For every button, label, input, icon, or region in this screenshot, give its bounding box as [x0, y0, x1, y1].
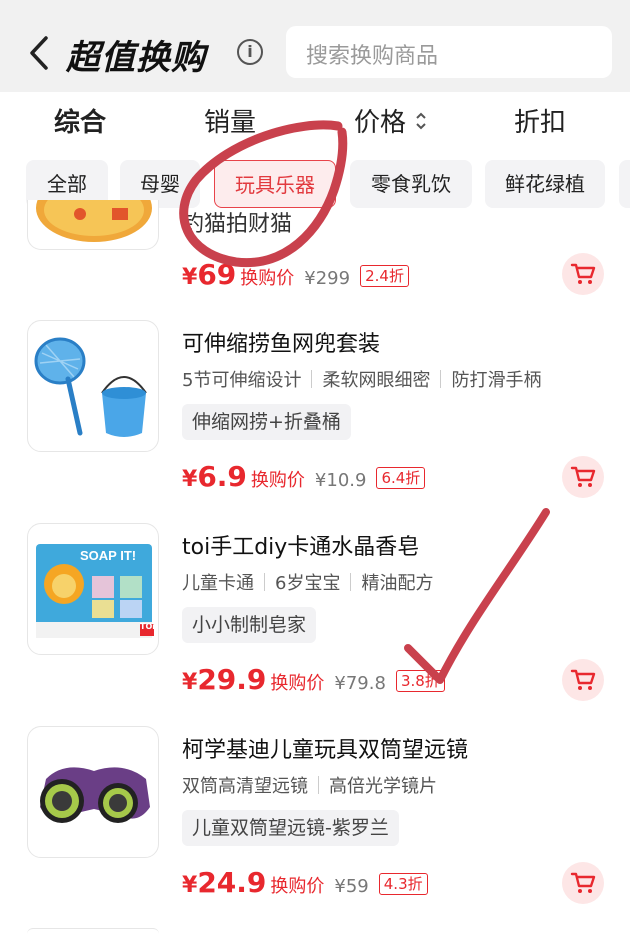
discount-badge: 6.4折	[376, 467, 426, 489]
price-label: 换购价	[240, 268, 295, 289]
feature-text: 6岁宝宝	[275, 573, 341, 594]
original-price: ¥299	[304, 268, 351, 289]
price-value: 69	[197, 258, 237, 291]
chip-flowers[interactable]: 鲜花绿植	[485, 160, 605, 208]
product-name: 柯学基迪儿童玩具双筒望远镜	[182, 738, 469, 763]
page-title: 超值换购	[66, 38, 206, 78]
price-label: 换购价	[250, 470, 305, 491]
feature-text: 高倍光学镜片	[329, 776, 437, 797]
cart-button[interactable]	[562, 862, 604, 904]
price-label: 换购价	[270, 673, 325, 694]
sort-tab-sales[interactable]: 销量	[204, 102, 256, 139]
spec-tag: 儿童双筒望远镜-紫罗兰	[182, 810, 399, 846]
spec-tag: 伸缩网捞+折叠桶	[182, 404, 351, 440]
product-image	[27, 320, 159, 452]
cart-icon	[570, 263, 596, 284]
price-value: 6.9	[197, 460, 247, 493]
search-input[interactable]: 搜索换购商品	[286, 26, 612, 78]
price-currency: ¥	[182, 265, 198, 290]
sort-tab-discount[interactable]: 折扣	[514, 102, 566, 139]
cart-icon	[570, 466, 596, 487]
feature-text: 柔软网眼细密	[322, 370, 431, 391]
product-image	[27, 726, 159, 858]
cart-icon	[570, 669, 596, 690]
feature-text: 儿童卡通	[182, 573, 254, 594]
partial-product-image	[27, 200, 159, 250]
original-price: ¥79.8	[334, 673, 386, 694]
box-title: SOAP IT!	[80, 548, 137, 563]
product-features: 5节可伸缩设计 柔软网眼细密 防打滑手柄	[182, 366, 541, 392]
original-price: ¥10.9	[314, 470, 367, 491]
product-name: toi手工diy卡通水晶香皂	[182, 535, 420, 560]
product-name: 可伸缩捞鱼网兜套装	[182, 332, 381, 357]
partial-product-name: 钓猫拍财猫	[182, 212, 293, 237]
sort-tab-price[interactable]: 价格	[354, 102, 406, 139]
cart-button[interactable]	[562, 659, 604, 701]
sort-tab-comprehensive[interactable]: 综合	[54, 102, 106, 139]
feature-text: 5节可伸缩设计	[182, 370, 302, 391]
discount-badge: 3.8折	[395, 670, 445, 692]
back-arrow-icon[interactable]	[26, 30, 56, 76]
cart-button[interactable]	[562, 253, 604, 295]
sort-bar: 综合 销量 价格 折扣	[0, 92, 630, 152]
search-placeholder: 搜索换购商品	[306, 44, 439, 69]
cart-icon	[570, 872, 596, 893]
top-bar: 超值换购 i 搜索换购商品	[0, 0, 630, 92]
feature-text: 防打滑手柄	[451, 370, 542, 391]
chip-toys[interactable]: 玩具乐器	[214, 160, 336, 208]
brand-logo: TOi	[140, 622, 155, 631]
chip-snacks[interactable]: 零食乳饮	[350, 160, 472, 208]
spec-tag: 小小制制皂家	[182, 607, 317, 643]
product-image: SOAP IT! TOi	[27, 523, 159, 655]
product-features: 双筒高清望远镜 高倍光学镜片	[182, 772, 437, 798]
product-price: ¥24.9 换购价 ¥59 4.3折	[182, 866, 428, 899]
product-price: ¥29.9 换购价 ¥79.8 3.8折	[182, 663, 445, 696]
original-price: ¥59	[334, 876, 369, 897]
product-features: 儿童卡通 6岁宝宝 精油配方	[182, 569, 433, 595]
feature-text: 双筒高清望远镜	[182, 776, 308, 797]
price-currency: ¥	[182, 467, 198, 492]
sort-arrows-icon[interactable]	[414, 110, 428, 132]
discount-badge: 2.4折	[360, 265, 409, 287]
price-value: 29.9	[197, 663, 267, 696]
discount-badge: 4.3折	[378, 873, 428, 895]
cart-button[interactable]	[562, 456, 604, 498]
product-price: ¥6.9 换购价 ¥10.9 6.4折	[182, 460, 426, 493]
price-value: 24.9	[197, 866, 267, 899]
price-label: 换购价	[270, 876, 325, 897]
feature-text: 精油配方	[361, 573, 434, 594]
price-currency: ¥	[182, 873, 198, 898]
info-icon[interactable]: i	[237, 39, 263, 65]
price-currency: ¥	[182, 670, 198, 695]
chip-more[interactable]	[619, 160, 630, 208]
partial-product-price: ¥69 换购价 ¥299 2.4折	[182, 258, 409, 291]
annotation-checkmark	[404, 508, 550, 684]
next-product-edge	[27, 928, 159, 934]
